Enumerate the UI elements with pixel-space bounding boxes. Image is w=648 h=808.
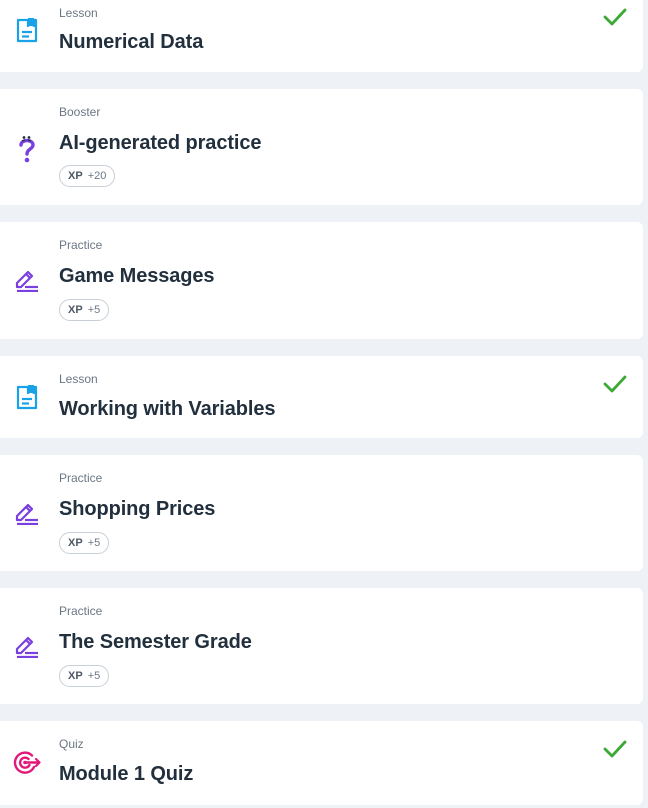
item-title: AI-generated practice	[59, 132, 262, 154]
module-item-shopping-prices[interactable]: Practice Shopping Prices XP +5	[0, 455, 643, 571]
xp-badge: XP +20	[59, 165, 116, 187]
pencil-edit-icon	[13, 632, 41, 660]
xp-badge: XP +5	[59, 299, 110, 321]
item-type-label: Lesson	[59, 6, 98, 20]
item-title: Module 1 Quiz	[59, 763, 194, 785]
xp-value: +5	[87, 304, 101, 316]
item-title: Shopping Prices	[59, 498, 216, 520]
item-type-label: Practice	[59, 604, 103, 618]
module-item-module-1-quiz[interactable]: Quiz Module 1 Quiz	[0, 721, 643, 805]
item-title: Game Messages	[59, 265, 215, 287]
xp-label: XP	[68, 670, 83, 682]
lesson-document-icon	[13, 383, 41, 411]
item-type-label: Booster	[59, 105, 101, 119]
xp-value: +5	[87, 670, 101, 682]
xp-value: +20	[87, 170, 107, 182]
module-item-the-semester-grade[interactable]: Practice The Semester Grade XP +5	[0, 588, 643, 704]
pencil-edit-icon	[13, 499, 41, 527]
xp-label: XP	[68, 170, 83, 182]
module-item-ai-generated-practice[interactable]: Booster AI-generated practice XP +20	[0, 89, 643, 205]
item-title: Working with Variables	[59, 398, 276, 420]
xp-badge: XP +5	[59, 532, 110, 554]
item-type-label: Practice	[59, 471, 103, 485]
module-item-numerical-data[interactable]: Lesson Numerical Data	[0, 0, 643, 72]
item-title: Numerical Data	[59, 31, 204, 53]
target-icon	[13, 749, 41, 777]
xp-label: XP	[68, 304, 83, 316]
item-type-label: Quiz	[59, 737, 84, 751]
xp-label: XP	[68, 537, 83, 549]
module-item-game-messages[interactable]: Practice Game Messages XP +5	[0, 222, 643, 339]
xp-value: +5	[87, 537, 101, 549]
item-type-label: Practice	[59, 238, 103, 252]
lesson-document-icon	[13, 16, 41, 44]
pencil-edit-icon	[13, 266, 41, 294]
xp-badge: XP +5	[59, 665, 110, 687]
module-item-working-with-variables[interactable]: Lesson Working with Variables	[0, 356, 643, 438]
question-mark-icon	[13, 135, 41, 163]
completed-check-icon	[603, 374, 627, 394]
item-type-label: Lesson	[59, 372, 98, 386]
completed-check-icon	[603, 739, 627, 759]
completed-check-icon	[603, 7, 627, 27]
item-title: The Semester Grade	[59, 631, 252, 653]
